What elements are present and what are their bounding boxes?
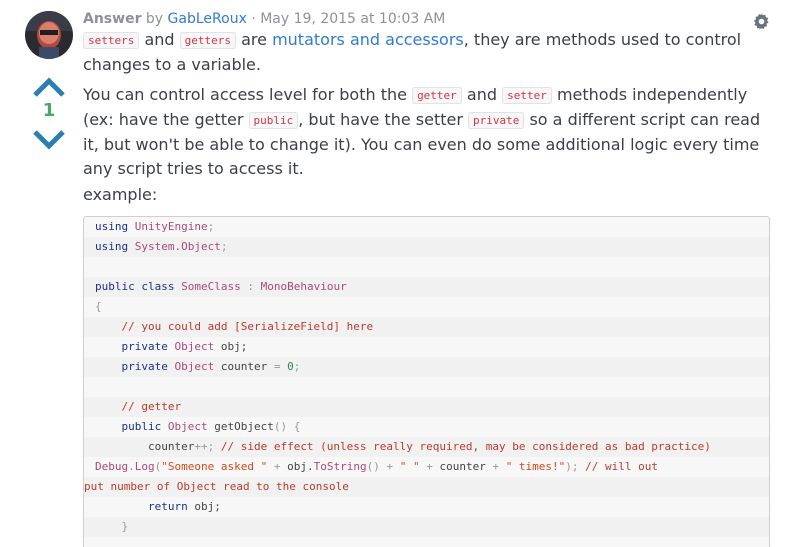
text: and xyxy=(466,85,498,104)
inline-code: setter xyxy=(502,87,552,104)
post-type-label: Answer xyxy=(83,11,142,27)
code-line: public class SomeClass : MonoBehaviour xyxy=(84,277,769,297)
inline-code: getter xyxy=(412,87,462,104)
timestamp: May 19, 2015 at 10:03 AM xyxy=(260,11,446,27)
inline-code: getters xyxy=(179,32,237,49)
separator: · xyxy=(251,11,256,27)
answer-paragraph-3: example: xyxy=(83,185,158,204)
code-line: { xyxy=(95,300,102,313)
chevron-down-icon[interactable] xyxy=(32,128,66,152)
code-line: counter++; // side effect (unless really… xyxy=(84,437,769,457)
code-line: // getter xyxy=(84,397,769,417)
text: You can control access level for both th… xyxy=(83,85,407,104)
code-line: using UnityEngine; xyxy=(95,220,215,233)
avatar[interactable] xyxy=(25,11,73,59)
code-line: private Object counter = 0; xyxy=(84,357,769,377)
code-line: using System.Object; xyxy=(84,237,769,257)
inline-code: private xyxy=(468,112,525,129)
code-line: Debug.Log("Someone asked " + obj.ToStrin… xyxy=(95,460,659,473)
text: , but have the setter xyxy=(298,110,463,129)
code-line: } xyxy=(84,517,769,537)
mutators-accessors-link[interactable]: mutators and accessors xyxy=(272,30,464,49)
code-line: put number of Object read to the console xyxy=(84,477,769,497)
answer-paragraph-1: setters and getters are mutators and acc… xyxy=(83,28,773,77)
author-link[interactable]: GabLeRoux xyxy=(168,11,247,27)
inline-code: setters xyxy=(83,32,140,49)
code-line: public Object getObject() { xyxy=(121,420,301,433)
code-line: return obj; xyxy=(147,500,221,513)
answer-paragraph-2: You can control access level for both th… xyxy=(83,83,773,181)
text: are xyxy=(241,30,267,49)
code-line: // you could add [SerializeField] here xyxy=(84,317,769,337)
text: and xyxy=(144,30,175,49)
by-label: by xyxy=(145,11,164,27)
vote-count: 1 xyxy=(42,100,56,121)
post-header: Answer by GabLeRoux · May 19, 2015 at 10… xyxy=(83,11,445,27)
chevron-up-icon[interactable] xyxy=(32,75,66,99)
code-block: using UnityEngine; using System.Object; … xyxy=(83,216,770,547)
code-line: private Object obj; xyxy=(121,340,248,353)
inline-code: public xyxy=(248,112,299,129)
